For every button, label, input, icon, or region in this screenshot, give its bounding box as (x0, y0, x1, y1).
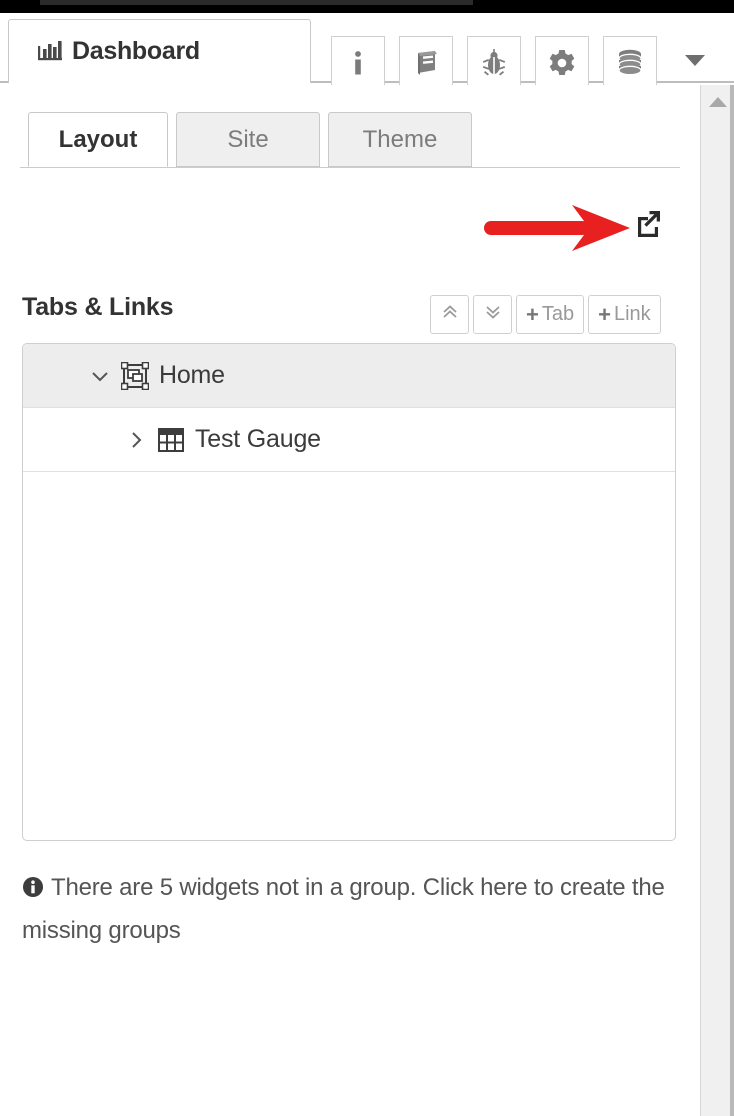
book-icon (411, 48, 441, 78)
table-grid-icon (151, 427, 191, 453)
tab-layout-label: Layout (58, 125, 138, 153)
tree-node-label: Home (159, 361, 225, 389)
external-link-icon (632, 207, 664, 244)
collapse-all-button[interactable] (430, 295, 469, 334)
section-toolbar: + Tab + Link (430, 295, 665, 334)
tree-node-label: Test Gauge (195, 425, 321, 453)
plus-icon: + (526, 301, 539, 327)
section-title: Tabs & Links (22, 293, 174, 321)
missing-groups-message[interactable]: There are 5 widgets not in a group. Clic… (22, 868, 672, 951)
external-link-button[interactable] (630, 207, 666, 243)
debug-button[interactable] (467, 36, 521, 89)
bar-chart-icon (37, 37, 63, 66)
settings-button[interactable] (535, 36, 589, 89)
add-tab-button[interactable]: + Tab (516, 295, 585, 334)
layout-panel: Layout Site Theme Tabs & Links + Tab + L… (0, 85, 700, 1116)
annotation-arrow (480, 195, 640, 261)
add-link-label: Link (613, 303, 651, 325)
tab-site-label: Site (227, 125, 269, 153)
chevrons-down-icon (484, 303, 502, 327)
table-row[interactable]: Test Gauge (23, 408, 675, 472)
missing-groups-text: There are 5 widgets not in a group. Clic… (22, 874, 665, 944)
tab-dashboard[interactable]: Dashboard (8, 19, 311, 83)
dashboard-config-window: Dashboard Layout Site Theme Tabs & Links… (0, 0, 734, 1116)
sub-tab-bar: Layout Site Theme (0, 112, 700, 170)
info-icon (347, 49, 369, 77)
add-link-button[interactable]: + Link (588, 295, 661, 334)
chevrons-up-icon (441, 303, 459, 327)
toolbar-overflow-button[interactable] (679, 51, 711, 73)
main-tab-strip: Dashboard (0, 13, 734, 89)
sub-tab-underline (20, 167, 680, 168)
os-top-bar (0, 0, 734, 13)
database-button[interactable] (603, 36, 657, 89)
os-top-bar-strip (40, 0, 473, 5)
chevron-down-icon (683, 52, 707, 73)
tab-site[interactable]: Site (176, 112, 320, 167)
tab-dashboard-label: Dashboard (72, 37, 200, 65)
window-right-edge (730, 85, 734, 1116)
chevron-right-icon[interactable] (121, 430, 151, 450)
expand-all-button[interactable] (473, 295, 512, 334)
tabs-links-tree: Home Test Gauge (22, 343, 676, 841)
info-circle-icon (22, 871, 44, 911)
info-button[interactable] (331, 36, 385, 89)
chevron-down-icon[interactable] (85, 369, 115, 383)
bug-icon (480, 48, 508, 78)
tab-theme-label: Theme (362, 125, 438, 153)
table-row[interactable]: Home (23, 344, 675, 408)
plus-icon: + (598, 301, 611, 327)
triangle-up-icon (708, 95, 728, 113)
vertical-scrollbar[interactable] (700, 85, 734, 1116)
gear-icon (548, 49, 576, 77)
add-tab-label: Tab (541, 303, 575, 325)
group-icon (115, 361, 155, 390)
tab-layout[interactable]: Layout (28, 112, 168, 167)
database-icon (616, 48, 644, 78)
manual-button[interactable] (399, 36, 453, 89)
tab-theme[interactable]: Theme (328, 112, 472, 167)
